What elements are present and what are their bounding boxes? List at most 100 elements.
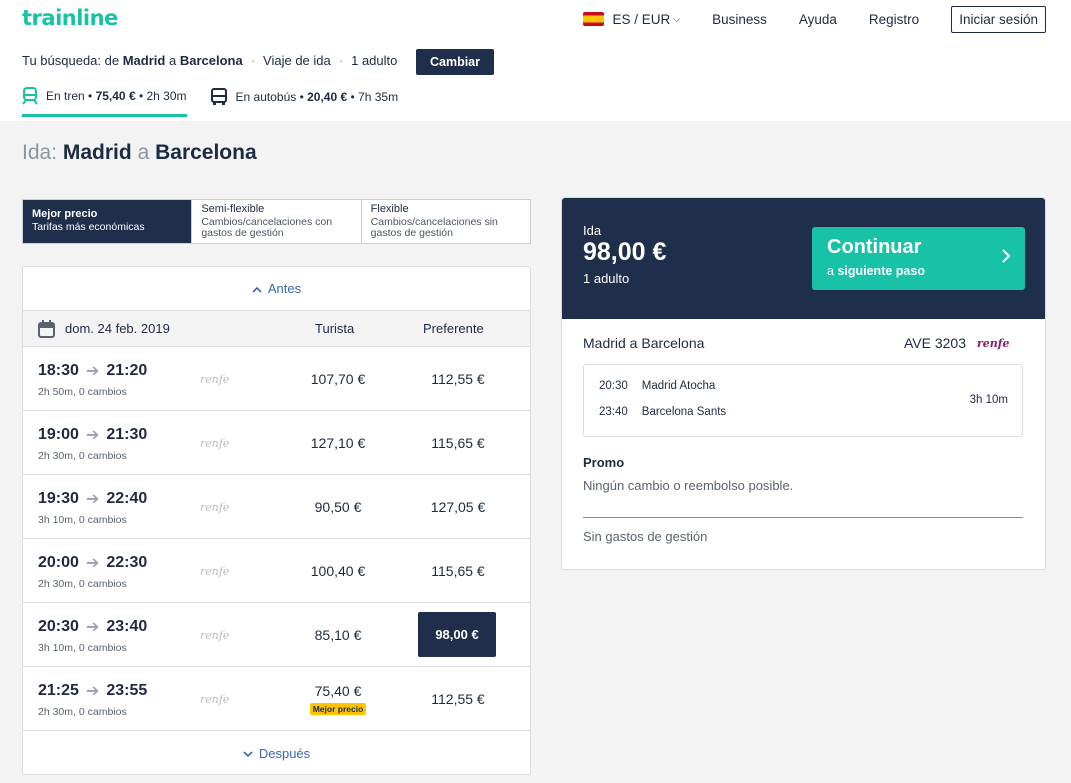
list-date: dom. 24 feb. 2019 [38, 319, 170, 338]
list-header: dom. 24 feb. 2019 Turista Preferente [23, 311, 530, 347]
arr-station: Barcelona Sants [641, 406, 727, 418]
price-tourist[interactable]: 90,50 € [288, 499, 388, 515]
bus-icon [210, 88, 228, 106]
journey-row[interactable]: 19:00 ➔ 21:30 2h 30m, 0 cambios renfe 127,… [23, 411, 530, 475]
renfe-logo: renfe [200, 501, 230, 514]
continue-button[interactable]: Continuar a siguiente paso [812, 227, 1025, 290]
chevron-up-icon [252, 281, 262, 296]
later-button[interactable]: Después [23, 731, 530, 775]
search-trip-type: Viaje de ida [263, 53, 331, 68]
fare-tab-semi-flexible[interactable]: Semi-flexible Cambios/cancelaciones con … [192, 200, 362, 243]
fees-note: Sin gastos de gestión [583, 529, 708, 544]
price-tourist[interactable]: 85,10 € [288, 627, 388, 643]
nav-business[interactable]: Business [712, 12, 767, 27]
search-to: Barcelona [179, 53, 243, 68]
price-preferente[interactable]: 115,65 € [418, 435, 498, 451]
price-preferente[interactable]: 127,05 € [418, 499, 498, 515]
fare-name: Promo [583, 455, 625, 470]
departure-time: 21:25 [38, 682, 79, 699]
price-preferente-selected[interactable]: 98,00 € [418, 612, 496, 657]
price-tourist[interactable]: 100,40 € [288, 563, 388, 579]
journey-info: 2h 30m, 0 cambios [38, 450, 127, 462]
journey-row-selected[interactable]: 20:30 ➔ 23:40 3h 10m, 0 cambios renfe 85,1… [23, 603, 530, 667]
journey-info: 3h 10m, 0 cambios [38, 642, 127, 654]
tab-train-label: En tren [46, 88, 85, 103]
journey-times: 19:00 ➔ 21:30 [38, 425, 147, 445]
arrival-time: 22:40 [106, 490, 148, 507]
departure-row: 20:30 Madrid Atocha [599, 380, 715, 392]
journey-info: 2h 30m, 0 cambios [38, 706, 127, 718]
fare-tab-best-price[interactable]: Mejor precio Tarifas más económicas [23, 200, 193, 243]
language-selector[interactable]: ES / EUR ⌵ [582, 11, 680, 27]
price-tourist[interactable]: 127,10 € [288, 435, 388, 451]
booking-summary: Ida 98,00 € 1 adulto Continuar a siguien… [561, 197, 1046, 570]
fare-tab-flexible[interactable]: Flexible Cambios/cancelaciones sin gasto… [362, 200, 530, 243]
summary-passengers: 1 adulto [583, 271, 630, 286]
journey-row[interactable]: 18:30 ➔ 21:20 2h 50m, 0 cambios renfe 107,… [23, 347, 530, 411]
renfe-logo: renfe [977, 337, 1010, 350]
arrow-right-icon: ➔ [85, 683, 100, 700]
top-header: trainline ES / EUR ⌵ Business Ayuda Regi… [0, 0, 1071, 121]
price-tourist[interactable]: 75,40 € Mejor precio [288, 683, 388, 715]
price-preferente[interactable]: 115,65 € [418, 563, 498, 579]
renfe-logo: renfe [200, 565, 230, 578]
price-preferente[interactable]: 112,55 € [418, 371, 498, 387]
journey-times: 20:00 ➔ 22:30 [38, 553, 147, 573]
dep-station: Madrid Atocha [641, 380, 716, 392]
departure-time: 20:30 [38, 618, 79, 635]
tab-bus-duration: 7h 35m [358, 90, 399, 104]
language-label: ES / EUR [612, 11, 671, 27]
search-summary: Tu búsqueda: de Madrid a Barcelona · Via… [22, 53, 397, 68]
price-preferente[interactable]: 112,55 € [418, 691, 498, 707]
search-from: Madrid [122, 53, 166, 68]
best-price-badge: Mejor precio [309, 703, 367, 715]
arrow-right-icon: ➔ [85, 555, 100, 572]
search-a: a [168, 53, 177, 68]
chevron-right-icon [1001, 248, 1011, 269]
earlier-button[interactable]: Antes [23, 267, 530, 311]
column-preferente: Preferente [423, 321, 484, 336]
summary-price: 98,00 € [583, 238, 667, 266]
arrow-right-icon: ➔ [85, 363, 100, 380]
nav-register[interactable]: Registro [869, 12, 919, 27]
journey-row[interactable]: 20:00 ➔ 22:30 2h 30m, 0 cambios renfe 100,… [23, 539, 530, 603]
tab-bus-label: En autobús [235, 90, 297, 104]
summary-direction: Ida [583, 223, 602, 238]
renfe-logo: renfe [200, 693, 230, 706]
price-tourist[interactable]: 107,70 € [288, 371, 388, 387]
signin-button[interactable]: Iniciar sesión [951, 5, 1046, 33]
journey-info: 3h 10m, 0 cambios [38, 514, 127, 526]
column-tourist: Turista [315, 321, 355, 336]
arrival-time: 23:40 [106, 618, 148, 635]
divider [583, 517, 1023, 518]
chevron-down-icon [243, 746, 253, 761]
renfe-logo: renfe [200, 437, 230, 450]
tab-train[interactable]: En tren • 75,40 € • 2h 30m [22, 86, 187, 117]
arrow-right-icon: ➔ [85, 491, 100, 508]
fare-tab-title: Flexible [370, 203, 409, 215]
arrival-time: 22:30 [106, 554, 148, 571]
continue-sublabel: a siguiente paso [827, 264, 925, 278]
spain-flag-icon [582, 12, 604, 26]
journey-times: 21:25 ➔ 23:55 [38, 681, 147, 701]
arrival-row: 23:40 Barcelona Sants [599, 406, 726, 418]
journey-info: 2h 30m, 0 cambios [38, 578, 127, 590]
renfe-logo: renfe [200, 373, 230, 386]
continue-label: Continuar [827, 236, 922, 258]
fare-type-tabs: Mejor precio Tarifas más económicas Semi… [22, 199, 531, 244]
tab-train-duration: 2h 30m [146, 88, 187, 103]
nav-help[interactable]: Ayuda [799, 12, 837, 27]
title-a: a [137, 141, 150, 164]
trainline-logo[interactable]: trainline [22, 6, 118, 30]
earlier-label: Antes [267, 281, 302, 296]
journey-row[interactable]: 19:30 ➔ 22:40 3h 10m, 0 cambios renfe 90,5… [23, 475, 530, 539]
tab-bus[interactable]: En autobús • 20,40 € • 7h 35m [210, 86, 399, 117]
fare-conditions: Ningún cambio o reembolso posible. [583, 478, 794, 493]
journey-row[interactable]: 21:25 ➔ 23:55 2h 30m, 0 cambios renfe 75,4… [23, 667, 530, 731]
journey-times: 20:30 ➔ 23:40 [38, 617, 147, 637]
change-search-button[interactable]: Cambiar [416, 49, 494, 75]
renfe-logo: renfe [200, 629, 230, 642]
departure-time: 19:00 [38, 426, 79, 443]
summary-header: Ida 98,00 € 1 adulto Continuar a siguien… [562, 198, 1045, 319]
continue-sub-a: a [827, 264, 834, 278]
